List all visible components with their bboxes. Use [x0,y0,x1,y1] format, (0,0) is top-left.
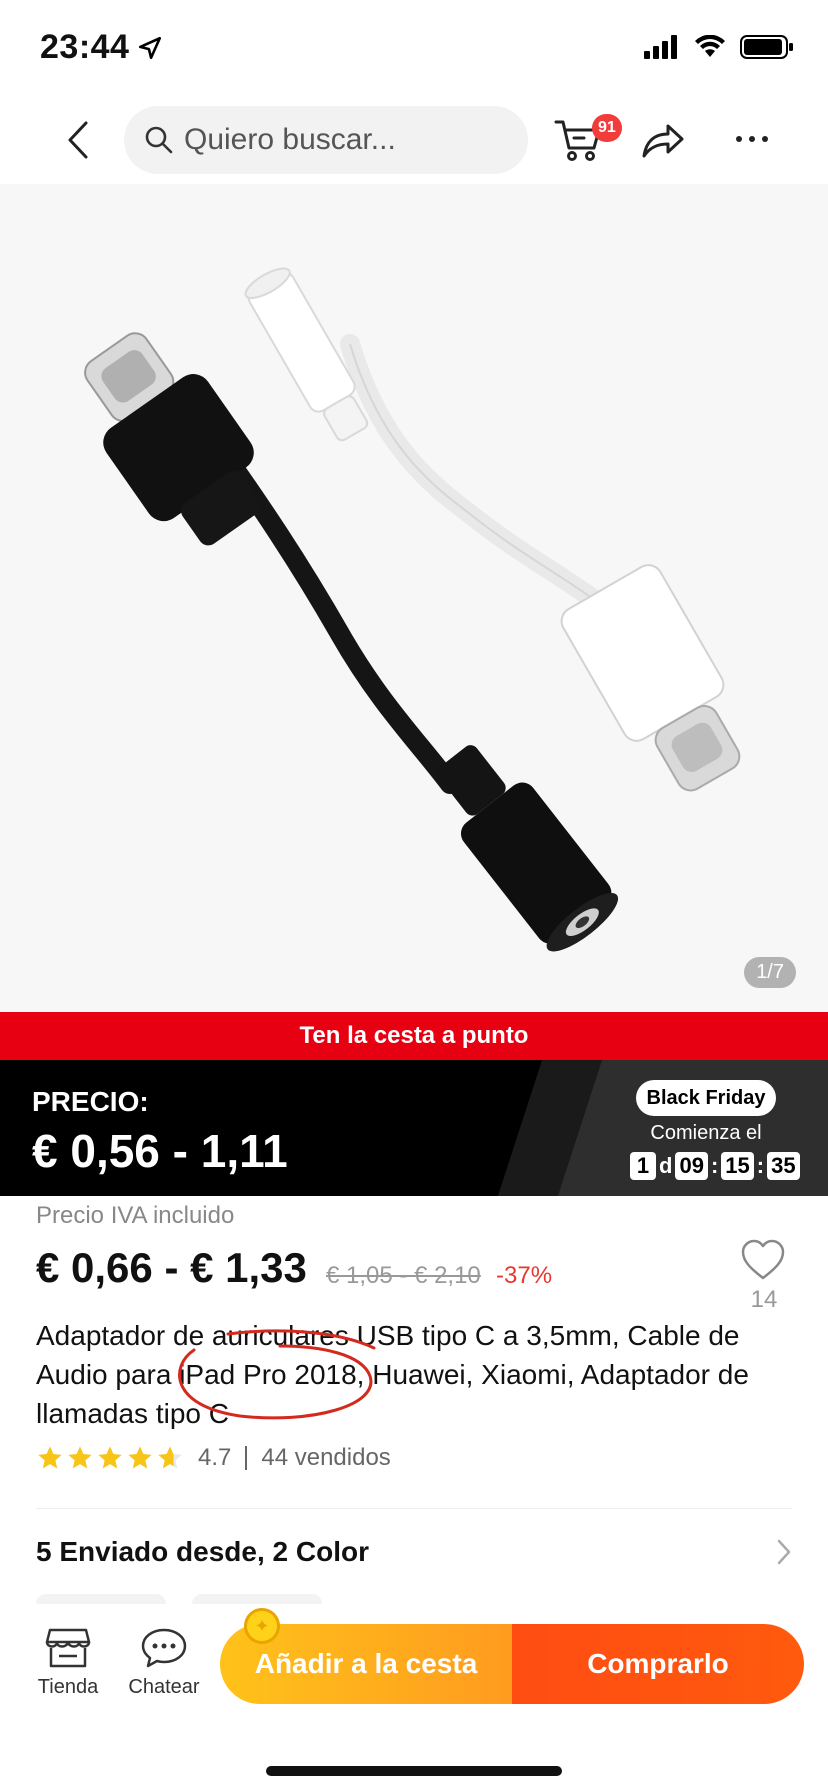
battery-icon [740,35,793,59]
event-price-label: PRECIO: [32,1086,149,1117]
product-title: Adaptador de auriculares USB tipo C a 3,… [36,1320,749,1429]
image-counter: 1/7 [744,957,796,988]
chevron-right-icon [777,1539,791,1565]
rating-divider [245,1446,248,1470]
vat-note: Precio IVA incluido [36,1202,235,1229]
product-photo [84,267,741,952]
back-button[interactable] [56,116,100,164]
countdown-minutes: 15 [721,1152,754,1180]
black-friday-badge: Black Friday [636,1080,776,1116]
countdown-timer: 1 d 09 : 15 : 35 [630,1152,800,1180]
product-image-gallery[interactable]: 1/7 [0,184,828,1012]
cart-count-badge: 91 [592,114,622,142]
main-price: € 0,66 - € 1,33 [36,1244,307,1291]
status-icons [644,34,794,60]
shipping-variants-row[interactable]: 5 Enviado desde, 2 Color [36,1534,792,1570]
countdown-hours: 09 [675,1152,708,1180]
star-icon [68,1446,92,1469]
wifi-icon [695,35,725,57]
dot-icon [762,136,768,142]
dot-icon [749,136,755,142]
begins-label: Comienza el [650,1122,762,1144]
shipping-variants-text: 5 Enviado desde, 2 Color [36,1536,369,1567]
chat-label: Chatear [128,1676,200,1698]
cta-group: Añadir a la cesta Comprarlo [220,1624,804,1704]
discount-badge: -37% [496,1262,553,1289]
dot-icon [736,136,742,142]
share-icon[interactable] [640,118,686,162]
countdown-separator: : [756,1153,765,1178]
countdown-separator: : [710,1153,719,1178]
location-arrow-icon [139,36,162,59]
event-price-strip: PRECIO: € 0,56 - 1,11 Black Friday Comie… [0,1060,828,1196]
rating-row[interactable]: 4.7 44 vendidos [36,1442,391,1474]
search-placeholder: Quiero buscar... [184,123,396,156]
half-star-icon [158,1446,182,1469]
star-icon [98,1446,122,1469]
store-label: Tienda [37,1676,99,1698]
buy-now-button[interactable]: Comprarlo [512,1624,804,1704]
original-price: € 1,05 - € 2,10 [326,1262,481,1289]
more-options-button[interactable] [730,124,774,154]
rating-stars [36,1444,184,1472]
store-button[interactable]: Tienda [28,1626,108,1699]
search-icon [145,126,173,154]
heart-icon[interactable] [740,1238,786,1282]
chat-icon [141,1628,187,1668]
clock-text: 23:44 [40,28,130,66]
status-bar: 23:44 [0,0,828,100]
bottom-action-bar: Tienda Chatear Añadir a la cesta Comprar… [0,1604,828,1791]
sold-count: 44 vendidos [261,1444,391,1471]
wishlist-count: 14 [750,1286,778,1313]
countdown-days: 1 [630,1152,656,1180]
chat-button[interactable]: Chatear [124,1626,204,1699]
star-icon [38,1446,62,1469]
nav-bar: Quiero buscar... 91 [0,100,828,184]
store-icon [45,1628,91,1668]
signal-icon [644,35,677,59]
rating-value: 4.7 [198,1444,232,1471]
event-price-range: € 0,56 - 1,11 [32,1125,288,1177]
star-icon [128,1446,152,1469]
countdown-days-unit: d [659,1153,673,1178]
status-time: 23:44 [40,28,163,67]
coin-icon: ✦ [244,1608,280,1644]
countdown-seconds: 35 [767,1152,800,1180]
search-input[interactable]: Quiero buscar... [124,106,528,174]
home-indicator [266,1766,562,1776]
promo-banner[interactable]: Ten la cesta a punto [0,1012,828,1060]
section-divider [36,1508,792,1509]
chevron-left-icon [68,121,88,159]
